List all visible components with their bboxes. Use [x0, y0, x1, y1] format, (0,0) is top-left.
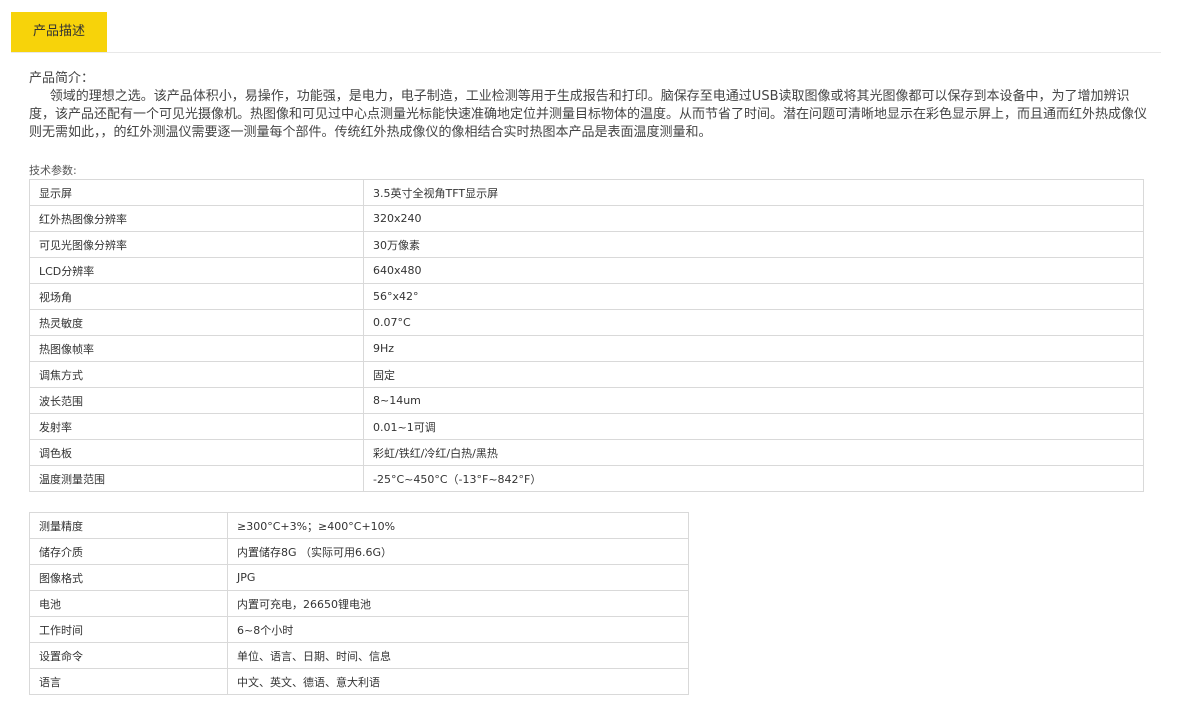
- spec-key: 发射率: [29, 413, 364, 440]
- spec-key: 调色板: [29, 439, 364, 466]
- product-intro: 产品简介： 领域的理想之选。该产品体积小，易操作，功能强，是电力，电子制造，工业…: [29, 70, 1149, 142]
- table-row: 调焦方式 固定: [29, 361, 1144, 388]
- spec-key: 可见光图像分辨率: [29, 231, 364, 258]
- spec-table-secondary: 测量精度 ≥300°C+3%；≥400°C+10% 储存介质 内置储存8G （实际可…: [29, 512, 689, 695]
- spec-value: 56°x42°: [363, 283, 1144, 310]
- intro-paragraph: 领域的理想之选。该产品体积小，易操作，功能强，是电力，电子制造，工业检测等用于生…: [29, 89, 1148, 140]
- spec-key: LCD分辨率: [29, 257, 364, 284]
- spec-key: 红外热图像分辨率: [29, 205, 364, 232]
- tab-product-description[interactable]: 产品描述: [11, 12, 107, 52]
- intro-heading: 产品简介：: [29, 71, 95, 86]
- spec-value: 0.07°C: [363, 309, 1144, 336]
- spec-table-main: 显示屏 3.5英寸全视角TFT显示屏 红外热图像分辨率 320x240 可见光图像分…: [29, 179, 1144, 492]
- table-row: 温度测量范围 -25°C~450°C（-13°F~842°F）: [29, 465, 1144, 492]
- spec-value: -25°C~450°C（-13°F~842°F）: [363, 465, 1144, 492]
- table-row: 调色板 彩虹/铁红/冷红/白热/黑热: [29, 439, 1144, 466]
- spec-value: 中文、英文、德语、意大利语: [227, 668, 689, 695]
- spec-key: 温度测量范围: [29, 465, 364, 492]
- spec-value: 内置储存8G （实际可用6.6G）: [227, 538, 689, 565]
- table-row: 语言 中文、英文、德语、意大利语: [29, 668, 689, 695]
- table-row: LCD分辨率 640x480: [29, 257, 1144, 284]
- spec-value: 640x480: [363, 257, 1144, 284]
- table-row: 工作时间 6~8个小时: [29, 616, 689, 643]
- spec-value: 320x240: [363, 205, 1144, 232]
- table-row: 储存介质 内置储存8G （实际可用6.6G）: [29, 538, 689, 565]
- tab-bar: 产品描述: [11, 12, 1161, 53]
- spec-value: ≥300°C+3%；≥400°C+10%: [227, 512, 689, 539]
- spec-value: 0.01~1可调: [363, 413, 1144, 440]
- spec-key: 设置命令: [29, 642, 228, 669]
- spec-value: 6~8个小时: [227, 616, 689, 643]
- spec-key: 热灵敏度: [29, 309, 364, 336]
- spec-value: 30万像素: [363, 231, 1144, 258]
- table-row: 发射率 0.01~1可调: [29, 413, 1144, 440]
- spec-key: 储存介质: [29, 538, 228, 565]
- table-row: 热图像帧率 9Hz: [29, 335, 1144, 362]
- table-row: 图像格式 JPG: [29, 564, 689, 591]
- table-row: 波长范围 8~14um: [29, 387, 1144, 414]
- spec-value: JPG: [227, 564, 689, 591]
- spec-key: 工作时间: [29, 616, 228, 643]
- spec-section-label: 技术参数:: [29, 164, 77, 177]
- table-row: 电池 内置可充电，26650锂电池: [29, 590, 689, 617]
- spec-key: 热图像帧率: [29, 335, 364, 362]
- spec-value: 彩虹/铁红/冷红/白热/黑热: [363, 439, 1144, 466]
- spec-value: 3.5英寸全视角TFT显示屏: [363, 179, 1144, 206]
- spec-key: 图像格式: [29, 564, 228, 591]
- table-row: 测量精度 ≥300°C+3%；≥400°C+10%: [29, 512, 689, 539]
- spec-value: 内置可充电，26650锂电池: [227, 590, 689, 617]
- spec-key: 语言: [29, 668, 228, 695]
- spec-value: 单位、语言、日期、时间、信息: [227, 642, 689, 669]
- spec-key: 显示屏: [29, 179, 364, 206]
- table-row: 热灵敏度 0.07°C: [29, 309, 1144, 336]
- spec-key: 波长范围: [29, 387, 364, 414]
- table-row: 可见光图像分辨率 30万像素: [29, 231, 1144, 258]
- table-row: 红外热图像分辨率 320x240: [29, 205, 1144, 232]
- table-row: 设置命令 单位、语言、日期、时间、信息: [29, 642, 689, 669]
- spec-value: 9Hz: [363, 335, 1144, 362]
- spec-key: 电池: [29, 590, 228, 617]
- spec-value: 固定: [363, 361, 1144, 388]
- table-row: 显示屏 3.5英寸全视角TFT显示屏: [29, 179, 1144, 206]
- spec-key: 视场角: [29, 283, 364, 310]
- spec-key: 调焦方式: [29, 361, 364, 388]
- spec-value: 8~14um: [363, 387, 1144, 414]
- spec-key: 测量精度: [29, 512, 228, 539]
- table-row: 视场角 56°x42°: [29, 283, 1144, 310]
